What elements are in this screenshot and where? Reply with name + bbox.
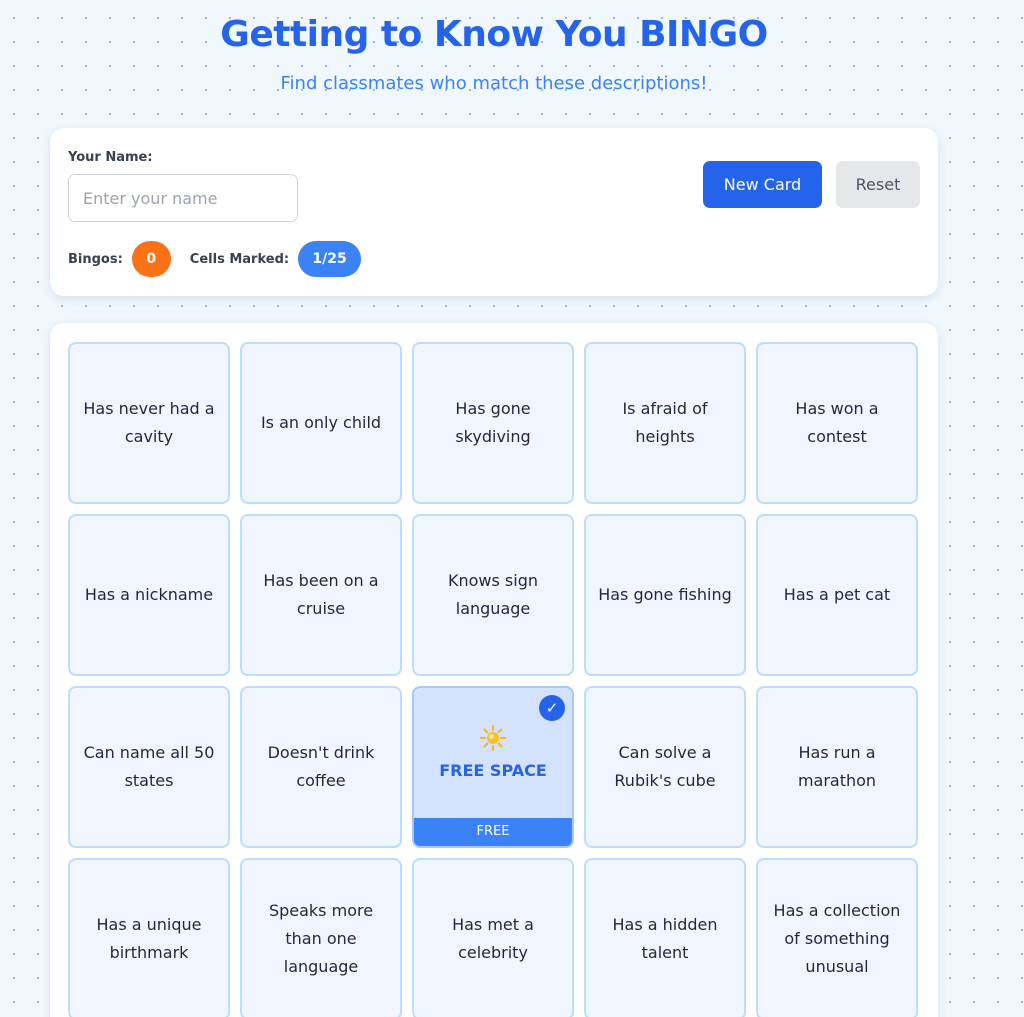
bingo-cell[interactable]: Has gone skydiving xyxy=(412,342,574,504)
cell-text: Has a collection of something unusual xyxy=(773,901,901,976)
free-space-cell[interactable]: ✓ FREE SPACE FREE xyxy=(412,686,574,848)
cell-text: Has never had a cavity xyxy=(83,399,215,446)
bingo-grid: Has never had a cavity Is an only child … xyxy=(68,342,918,1017)
bingo-cell[interactable]: Has never had a cavity xyxy=(68,342,230,504)
stats-row: Bingos: 0 Cells Marked: 1/25 xyxy=(68,241,362,277)
cell-text: Doesn't drink coffee xyxy=(267,743,375,790)
free-space-label: FREE SPACE xyxy=(439,761,547,780)
bingos-count-badge: 0 xyxy=(131,241,171,277)
cell-text: Has won a contest xyxy=(795,399,879,446)
cell-text: Knows sign language xyxy=(447,571,538,618)
cell-text: Has gone fishing xyxy=(598,585,732,604)
new-card-button[interactable]: New Card xyxy=(703,161,822,208)
cell-text: Has a pet cat xyxy=(783,585,891,604)
cell-text: Can name all 50 states xyxy=(83,743,215,790)
bingo-cell[interactable]: Has a collection of something unusual xyxy=(756,858,918,1017)
cell-text: Can solve a Rubik's cube xyxy=(614,743,716,790)
cell-text: Has been on a cruise xyxy=(263,571,379,618)
bingo-cell[interactable]: Has a unique birthmark xyxy=(68,858,230,1017)
bingo-cell[interactable]: Has run a marathon xyxy=(756,686,918,848)
cell-text: Has a unique birthmark xyxy=(96,915,202,962)
bingos-label: Bingos: xyxy=(68,251,123,267)
checkmark-icon: ✓ xyxy=(539,695,565,721)
controls-panel: Your Name: New Card Reset Bingos: 0 Cell… xyxy=(50,128,938,296)
cells-marked-label: Cells Marked: xyxy=(189,251,290,267)
bingo-cell[interactable]: Has a nickname xyxy=(68,514,230,676)
bingo-cell[interactable]: Has met a celebrity xyxy=(412,858,574,1017)
cell-text: Speaks more than one language xyxy=(268,901,374,976)
bingo-cell[interactable]: Has gone fishing xyxy=(584,514,746,676)
page-title: Getting to Know You BINGO xyxy=(220,14,768,55)
bingo-cell[interactable]: Knows sign language xyxy=(412,514,574,676)
bingo-cell[interactable]: Doesn't drink coffee xyxy=(240,686,402,848)
bingo-cell[interactable]: Has a hidden talent xyxy=(584,858,746,1017)
name-input[interactable] xyxy=(68,174,298,222)
name-label: Your Name: xyxy=(68,150,153,165)
cell-text: Has gone skydiving xyxy=(455,399,531,446)
bingo-cell[interactable]: Can solve a Rubik's cube xyxy=(584,686,746,848)
bingo-cell[interactable]: Has a pet cat xyxy=(756,514,918,676)
bingo-board: Has never had a cavity Is an only child … xyxy=(50,323,938,1017)
bingo-cell[interactable]: Can name all 50 states xyxy=(68,686,230,848)
page-subtitle: Find classmates who match these descript… xyxy=(280,73,708,94)
bingo-cell[interactable]: Is an only child xyxy=(240,342,402,504)
bingo-cell[interactable]: Speaks more than one language xyxy=(240,858,402,1017)
cell-text: Is an only child xyxy=(260,413,382,432)
bingo-cell[interactable]: Has been on a cruise xyxy=(240,514,402,676)
bingo-cell[interactable]: Has won a contest xyxy=(756,342,918,504)
cell-text: Has met a celebrity xyxy=(452,915,534,962)
cell-text: Has run a marathon xyxy=(797,743,877,790)
free-badge: FREE xyxy=(414,818,572,846)
reset-button[interactable]: Reset xyxy=(836,161,920,208)
cell-text: Has a nickname xyxy=(84,585,214,604)
cell-text: Has a hidden talent xyxy=(612,915,718,962)
bingo-cell[interactable]: Is afraid of heights xyxy=(584,342,746,504)
sun-icon xyxy=(479,724,507,752)
cell-text: Is afraid of heights xyxy=(622,399,708,446)
cells-marked-badge: 1/25 xyxy=(298,241,362,277)
